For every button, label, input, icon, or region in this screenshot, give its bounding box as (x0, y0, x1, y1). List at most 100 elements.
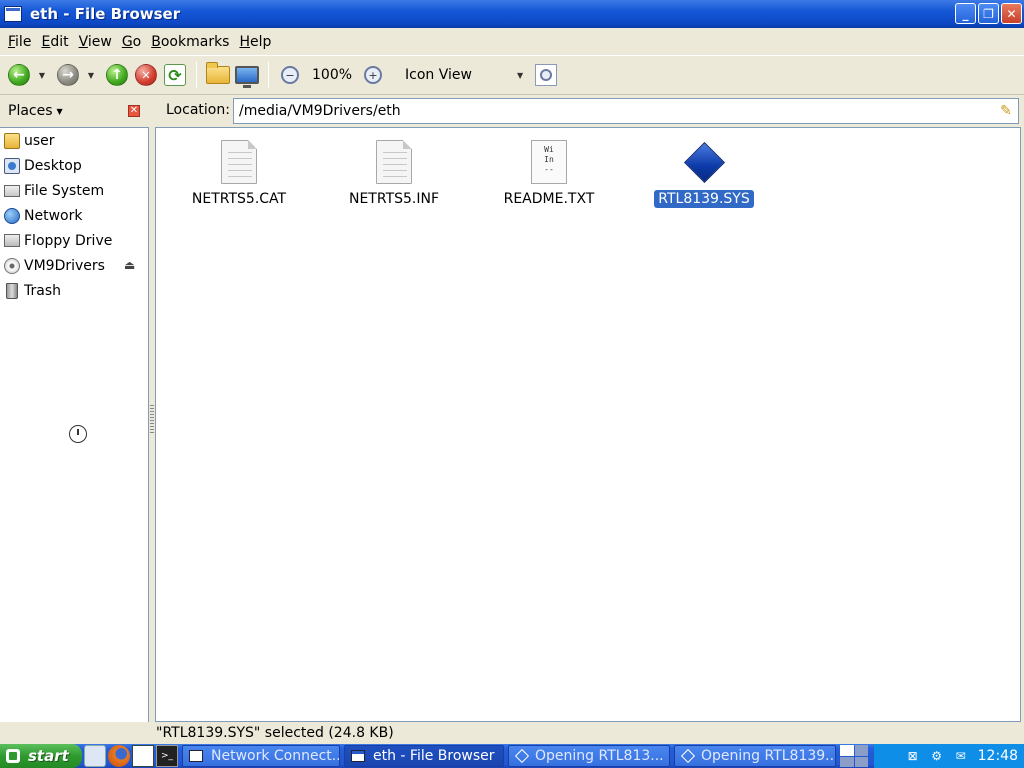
eject-icon[interactable]: ⏏ (124, 258, 135, 272)
home-folder-icon (206, 62, 230, 84)
start-flag-icon (6, 749, 20, 763)
up-button[interactable]: ↑ (104, 62, 130, 88)
document-icon (221, 140, 257, 184)
sidebar-item-network[interactable]: Network (0, 203, 148, 228)
reload-button[interactable]: ⟳ (162, 62, 188, 88)
network-icon (4, 207, 20, 224)
file-icon-view[interactable]: NETRTS5.CAT NETRTS5.INF Wi In -- README.TX… (155, 127, 1021, 722)
task-opening-rtl8139-2[interactable]: Opening RTL8139... (674, 745, 836, 767)
menu-view[interactable]: View (74, 34, 117, 50)
menu-edit[interactable]: Edit (36, 34, 73, 50)
title-bar[interactable]: eth - File Browser _ ❐ ✕ (0, 0, 1024, 28)
file-browser-window-icon (351, 750, 365, 762)
places-sidebar: user Desktop File System Network Floppy … (0, 127, 149, 740)
forward-history-dropdown[interactable]: ▼ (84, 62, 98, 88)
sidebar-item-floppy-drive[interactable]: Floppy Drive (0, 228, 148, 253)
network-window-icon (189, 750, 203, 762)
minimize-button[interactable]: _ (955, 3, 976, 24)
stop-button[interactable]: ✕ (133, 62, 159, 88)
zoom-out-icon: − (281, 66, 299, 84)
zoom-in-icon: + (364, 66, 383, 84)
window-icon (4, 6, 22, 22)
sidebar-item-trash[interactable]: Trash (0, 278, 148, 303)
reload-icon: ⟳ (164, 64, 186, 86)
update-icon[interactable]: ⚙ (928, 748, 946, 764)
clear-location-icon[interactable]: ✎ (997, 102, 1015, 120)
file-item[interactable]: NETRTS5.INF (319, 140, 469, 208)
computer-icon (235, 66, 259, 88)
file-name: README.TXT (503, 191, 595, 207)
sidebar-item-user[interactable]: user (0, 128, 148, 153)
computer-button[interactable] (234, 62, 260, 88)
menu-file[interactable]: File (3, 34, 36, 50)
file-manager-launcher-icon[interactable] (84, 745, 106, 767)
menu-bar: File Edit View Go Bookmarks Help (0, 28, 1024, 55)
start-button[interactable]: start (0, 744, 82, 768)
filesystem-icon (4, 184, 20, 197)
system-tray: ⊠ ⚙ ✉ 12:48 (874, 744, 1024, 768)
terminal-launcher-icon[interactable]: >_ (156, 745, 178, 767)
file-name: NETRTS5.INF (348, 191, 440, 207)
sidebar-item-desktop[interactable]: Desktop (0, 153, 148, 178)
system-file-icon (682, 140, 726, 184)
sidebar-item-file-system[interactable]: File System (0, 178, 148, 203)
opening-file-icon (680, 748, 696, 764)
file-name: RTL8139.SYS (654, 190, 754, 208)
maximize-button[interactable]: ❐ (978, 3, 999, 24)
file-item[interactable]: Wi In -- README.TXT (474, 140, 624, 208)
text-file-icon: Wi In -- (531, 140, 567, 184)
forward-icon: → (57, 64, 79, 86)
back-button[interactable]: ← (6, 62, 32, 88)
workspace-pager[interactable] (840, 745, 868, 767)
home-button[interactable] (205, 62, 231, 88)
file-item[interactable]: NETRTS5.CAT (164, 140, 314, 208)
menu-bookmarks[interactable]: Bookmarks (146, 34, 234, 50)
location-input[interactable]: /media/VM9Drivers/eth (233, 98, 1019, 124)
zoom-out-button[interactable]: − (277, 62, 303, 88)
find-icon (535, 64, 558, 86)
status-text: "RTL8139.SYS" selected (24.8 KB) (156, 725, 394, 741)
menu-go[interactable]: Go (117, 34, 146, 50)
location-label: Location: (166, 102, 230, 118)
zoom-in-button[interactable]: + (360, 62, 386, 88)
back-history-dropdown[interactable]: ▼ (35, 62, 49, 88)
busy-cursor-icon (69, 425, 87, 443)
desktop-icon (4, 157, 20, 174)
view-mode-dropdown[interactable]: ▼ (513, 62, 527, 88)
taskbar: start >_ Network Connect... eth - File B… (0, 744, 1024, 768)
task-file-browser[interactable]: eth - File Browser (344, 745, 504, 767)
task-network-connections[interactable]: Network Connect... (182, 745, 340, 767)
firefox-launcher-icon[interactable] (108, 745, 130, 767)
show-desktop-launcher-icon[interactable] (132, 745, 154, 767)
opening-file-icon (514, 748, 530, 764)
up-icon: ↑ (106, 64, 128, 86)
close-sidebar-icon[interactable]: ✕ (128, 105, 140, 117)
chevron-down-icon: ▼ (56, 106, 63, 116)
menu-help[interactable]: Help (234, 34, 276, 50)
location-bar: Places ▼ ✕ Location: /media/VM9Drivers/et… (0, 95, 1024, 127)
toolbar: ← ▼ → ▼ ↑ ✕ ⟳ − 100% + Icon View ▼ (0, 55, 1024, 95)
floppy-icon (4, 234, 20, 247)
close-button[interactable]: ✕ (1001, 3, 1022, 24)
cdrom-icon (4, 257, 20, 274)
trash-icon (6, 282, 18, 299)
forward-button[interactable]: → (55, 62, 81, 88)
home-icon (4, 132, 20, 149)
view-mode-select[interactable]: Icon View (405, 67, 513, 83)
clock[interactable]: 12:48 (978, 748, 1018, 764)
window-title: eth - File Browser (30, 5, 181, 23)
zoom-level[interactable]: 100% (312, 67, 352, 83)
task-opening-rtl8139-1[interactable]: Opening RTL813... (508, 745, 670, 767)
sidebar-item-vm9drivers[interactable]: VM9Drivers ⏏ (0, 253, 148, 278)
toolbar-separator (196, 62, 197, 88)
toolbar-separator (268, 62, 269, 88)
stop-icon: ✕ (135, 64, 157, 86)
status-bar: "RTL8139.SYS" selected (24.8 KB) (0, 722, 1024, 744)
document-icon (376, 140, 412, 184)
back-icon: ← (8, 64, 30, 86)
file-name: NETRTS5.CAT (191, 191, 287, 207)
network-status-icon[interactable]: ⊠ (904, 748, 922, 764)
file-item-selected[interactable]: RTL8139.SYS (629, 140, 779, 208)
mail-icon[interactable]: ✉ (952, 748, 970, 764)
find-button[interactable] (533, 62, 559, 88)
